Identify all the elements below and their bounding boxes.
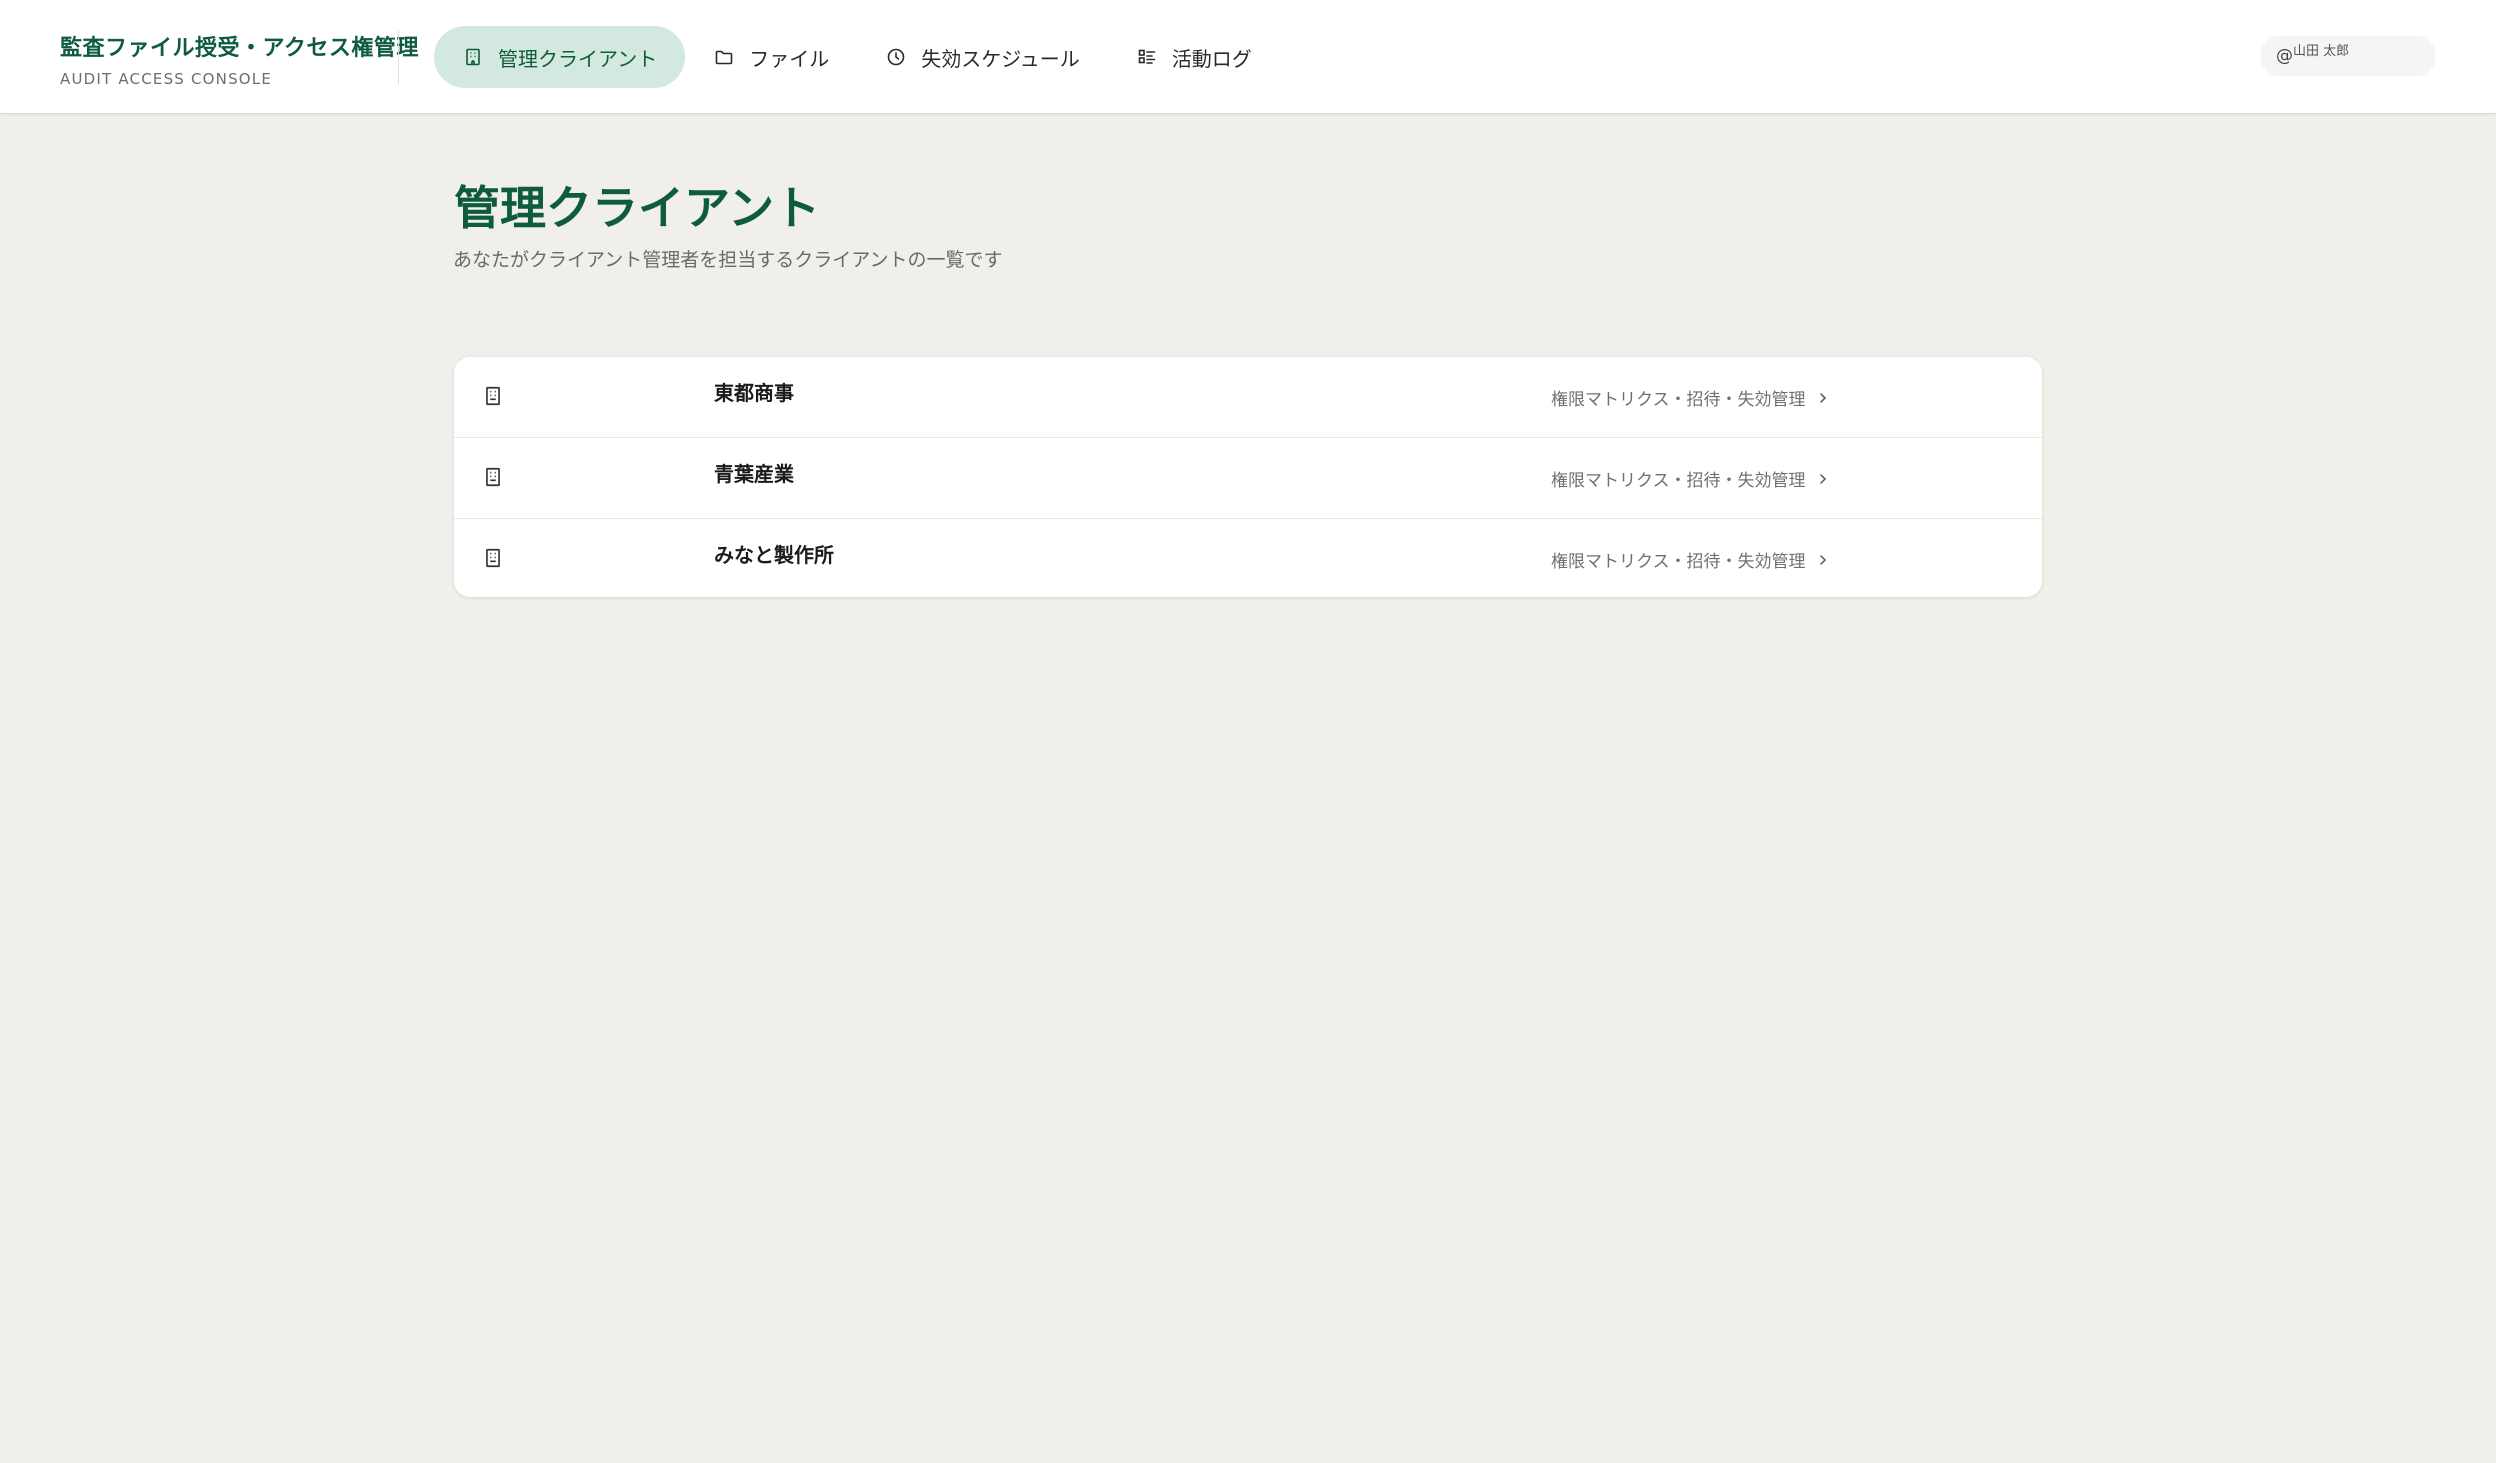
- main-nav: 管理クライアント ファイル 失効スケジュール 活動ログ: [434, 26, 1280, 88]
- chevron-right-icon: [1816, 553, 1830, 567]
- building-icon: [482, 466, 504, 488]
- folder-icon: [713, 46, 735, 68]
- nav-label: 活動ログ: [1171, 46, 1252, 71]
- chevron-right-icon: [1816, 472, 1830, 486]
- nav-label: 失効スケジュール: [921, 46, 1080, 71]
- page-title: 管理クライアント: [454, 181, 821, 235]
- client-manage-link[interactable]: 権限マトリクス・招待・失効管理: [1551, 466, 1830, 491]
- top-bar: 監査ファイル授受・アクセス権管理 AUDIT ACCESS CONSOLE 管理…: [0, 0, 2496, 114]
- user-menu[interactable]: @ 山田 太郎: [2260, 36, 2436, 76]
- list-item[interactable]: 青葉産業 権限マトリクス・招待・失効管理: [454, 438, 2042, 519]
- client-manage-label: 権限マトリクス・招待・失効管理: [1551, 552, 1806, 572]
- chevron-right-icon: [1816, 391, 1830, 405]
- client-name: みなと製作所: [714, 543, 834, 567]
- brand[interactable]: 監査ファイル授受・アクセス権管理 AUDIT ACCESS CONSOLE: [60, 30, 419, 88]
- brand-title: 監査ファイル授受・アクセス権管理: [60, 36, 419, 61]
- client-name: 青葉産業: [714, 462, 794, 486]
- clock-icon: [885, 46, 907, 68]
- page-subtitle: あなたがクライアント管理者を担当するクライアントの一覧です: [453, 249, 1003, 271]
- client-manage-link[interactable]: 権限マトリクス・招待・失効管理: [1551, 547, 1830, 572]
- list-checks-icon: [1136, 46, 1158, 68]
- nav-item-managed-clients[interactable]: 管理クライアント: [434, 26, 686, 88]
- nav-item-activity-log[interactable]: 活動ログ: [1108, 26, 1280, 88]
- list-item[interactable]: みなと製作所 権限マトリクス・招待・失効管理: [454, 519, 2042, 597]
- building-icon: [482, 385, 504, 407]
- at-icon: @: [2276, 46, 2293, 66]
- client-manage-label: 権限マトリクス・招待・失効管理: [1551, 390, 1806, 410]
- list-item[interactable]: 東都商事 権限マトリクス・招待・失効管理: [454, 357, 2042, 438]
- building-icon: [462, 46, 484, 68]
- brand-subtitle: AUDIT ACCESS CONSOLE: [60, 70, 273, 88]
- building-icon: [482, 547, 504, 569]
- client-list: 東都商事 権限マトリクス・招待・失効管理 青葉産業 権限マトリクス・招待・失効管…: [454, 357, 2042, 597]
- client-manage-link[interactable]: 権限マトリクス・招待・失効管理: [1551, 385, 1830, 410]
- nav-item-files[interactable]: ファイル: [685, 26, 857, 88]
- user-name: 山田 太郎: [2293, 43, 2350, 59]
- nav-item-expiry-schedule[interactable]: 失効スケジュール: [857, 26, 1108, 88]
- client-name: 東都商事: [714, 381, 794, 405]
- nav-label: 管理クライアント: [498, 46, 658, 71]
- client-manage-label: 権限マトリクス・招待・失効管理: [1551, 471, 1806, 491]
- nav-label: ファイル: [749, 46, 830, 71]
- header-divider: [398, 30, 399, 84]
